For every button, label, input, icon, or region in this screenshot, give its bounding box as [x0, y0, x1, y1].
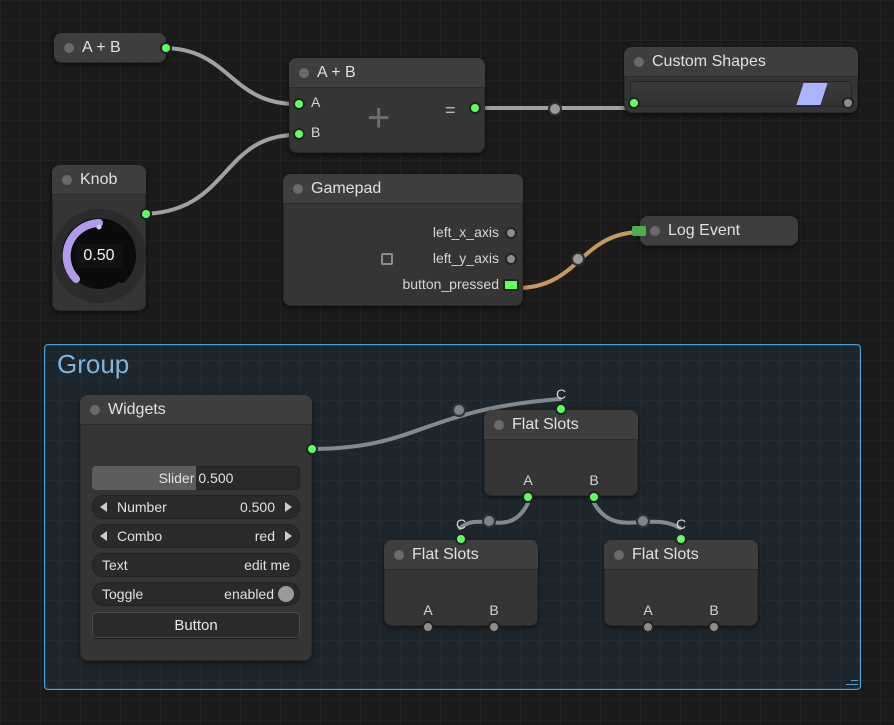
node-a-plus-b[interactable]: A + B A B + = [289, 58, 485, 153]
node-custom-shapes[interactable]: Custom Shapes [624, 47, 858, 113]
node-flat-slots-1[interactable]: Flat Slots C A B [484, 410, 638, 496]
input-port-c[interactable] [455, 533, 467, 545]
equals-icon: = [445, 100, 456, 121]
text-value[interactable]: edit me [244, 557, 300, 573]
custom-shape-segment[interactable] [796, 83, 827, 105]
node-title: Gamepad [311, 180, 381, 198]
knob-dial[interactable]: 0.50 [58, 215, 140, 297]
input-label: B [311, 124, 320, 140]
node-title: Widgets [108, 401, 166, 419]
node-title: Flat Slots [512, 416, 579, 434]
node-status-dot [494, 420, 504, 430]
input-port[interactable] [628, 97, 640, 109]
combo-label: Combo [107, 528, 172, 544]
number-value: 0.500 [240, 499, 285, 515]
input-port-b[interactable] [293, 128, 305, 140]
port-label: B [709, 602, 718, 618]
widget-number[interactable]: Number 0.500 [92, 495, 300, 519]
wire-midpoint[interactable] [548, 102, 562, 116]
widget-text[interactable]: Text edit me [92, 553, 300, 577]
output-port-a[interactable] [422, 621, 434, 633]
node-title: A + B [82, 39, 121, 57]
input-port-a[interactable] [293, 98, 305, 110]
port-label: C [456, 516, 466, 532]
input-port-c[interactable] [675, 533, 687, 545]
widget-combo[interactable]: Combo red [92, 524, 300, 548]
node-status-dot [293, 184, 303, 194]
group-title[interactable]: Group [57, 349, 129, 380]
text-label: Text [92, 557, 138, 573]
knob-value: 0.50 [75, 244, 122, 268]
output-port-a[interactable] [642, 621, 654, 633]
input-port-event[interactable] [632, 226, 646, 236]
port-label: C [556, 386, 566, 402]
output-port-x-axis[interactable] [505, 227, 517, 239]
node-status-dot [394, 550, 404, 560]
node-status-dot [299, 68, 309, 78]
output-port[interactable] [306, 443, 318, 455]
output-port[interactable] [842, 97, 854, 109]
toggle-value: enabled [224, 586, 278, 602]
port-label: A [423, 602, 432, 618]
toggle-knob-icon[interactable] [278, 586, 294, 602]
node-widgets[interactable]: Widgets Slider 0.500 Number 0.500 Combo … [80, 395, 312, 661]
port-label: B [489, 602, 498, 618]
slider-label: Slider [149, 470, 199, 486]
node-status-dot [614, 550, 624, 560]
node-status-dot [634, 57, 644, 67]
output-label: button_pressed [402, 276, 499, 292]
gamepad-y-indicator [381, 253, 393, 265]
port-label: B [589, 472, 598, 488]
output-port-b[interactable] [708, 621, 720, 633]
widget-slider[interactable]: Slider 0.500 [92, 466, 300, 490]
custom-shapes-track[interactable] [630, 81, 852, 107]
output-label: left_x_axis [433, 224, 499, 240]
node-title: Flat Slots [632, 546, 699, 564]
node-knob[interactable]: Knob 0.50 [52, 165, 146, 311]
node-title: Flat Slots [412, 546, 479, 564]
arrow-left-icon[interactable] [100, 502, 107, 512]
button-label: Button [174, 617, 217, 634]
node-flat-slots-2[interactable]: Flat Slots C A B [384, 540, 538, 626]
wire-midpoint[interactable] [571, 252, 585, 266]
port-label: A [643, 602, 652, 618]
node-status-dot [650, 226, 660, 236]
node-a-plus-b-small[interactable]: A + B [54, 33, 166, 63]
number-label: Number [107, 499, 177, 515]
node-title: Custom Shapes [652, 53, 766, 71]
output-port[interactable] [469, 102, 481, 114]
arrow-right-icon[interactable] [285, 531, 292, 541]
output-port[interactable] [160, 42, 172, 54]
node-title: Knob [80, 171, 117, 189]
widget-button[interactable]: Button [92, 612, 300, 638]
output-port[interactable] [140, 208, 152, 220]
node-title: A + B [317, 64, 356, 82]
node-title: Log Event [668, 222, 740, 240]
input-label: A [311, 94, 320, 110]
slider-value: 0.500 [198, 470, 243, 486]
arrow-left-icon[interactable] [100, 531, 107, 541]
node-status-dot [64, 43, 74, 53]
operator-plus-icon: + [367, 98, 390, 138]
node-status-dot [90, 405, 100, 415]
output-port-b[interactable] [588, 491, 600, 503]
widget-toggle[interactable]: Toggle enabled [92, 582, 300, 606]
combo-value: red [255, 528, 285, 544]
output-port-a[interactable] [522, 491, 534, 503]
port-label: C [676, 516, 686, 532]
output-port-y-axis[interactable] [505, 253, 517, 265]
node-status-dot [62, 175, 72, 185]
port-label: A [523, 472, 532, 488]
output-port-button-pressed[interactable] [503, 279, 519, 291]
output-port-b[interactable] [488, 621, 500, 633]
node-flat-slots-3[interactable]: Flat Slots C A B [604, 540, 758, 626]
group-resize-handle[interactable] [844, 673, 860, 689]
node-log-event[interactable]: Log Event [640, 216, 798, 246]
toggle-label: Toggle [92, 586, 153, 602]
output-label: left_y_axis [433, 250, 499, 266]
arrow-right-icon[interactable] [285, 502, 292, 512]
node-gamepad[interactable]: Gamepad left_x_axis left_y_axis button_p… [283, 174, 523, 306]
input-port-c[interactable] [555, 403, 567, 415]
